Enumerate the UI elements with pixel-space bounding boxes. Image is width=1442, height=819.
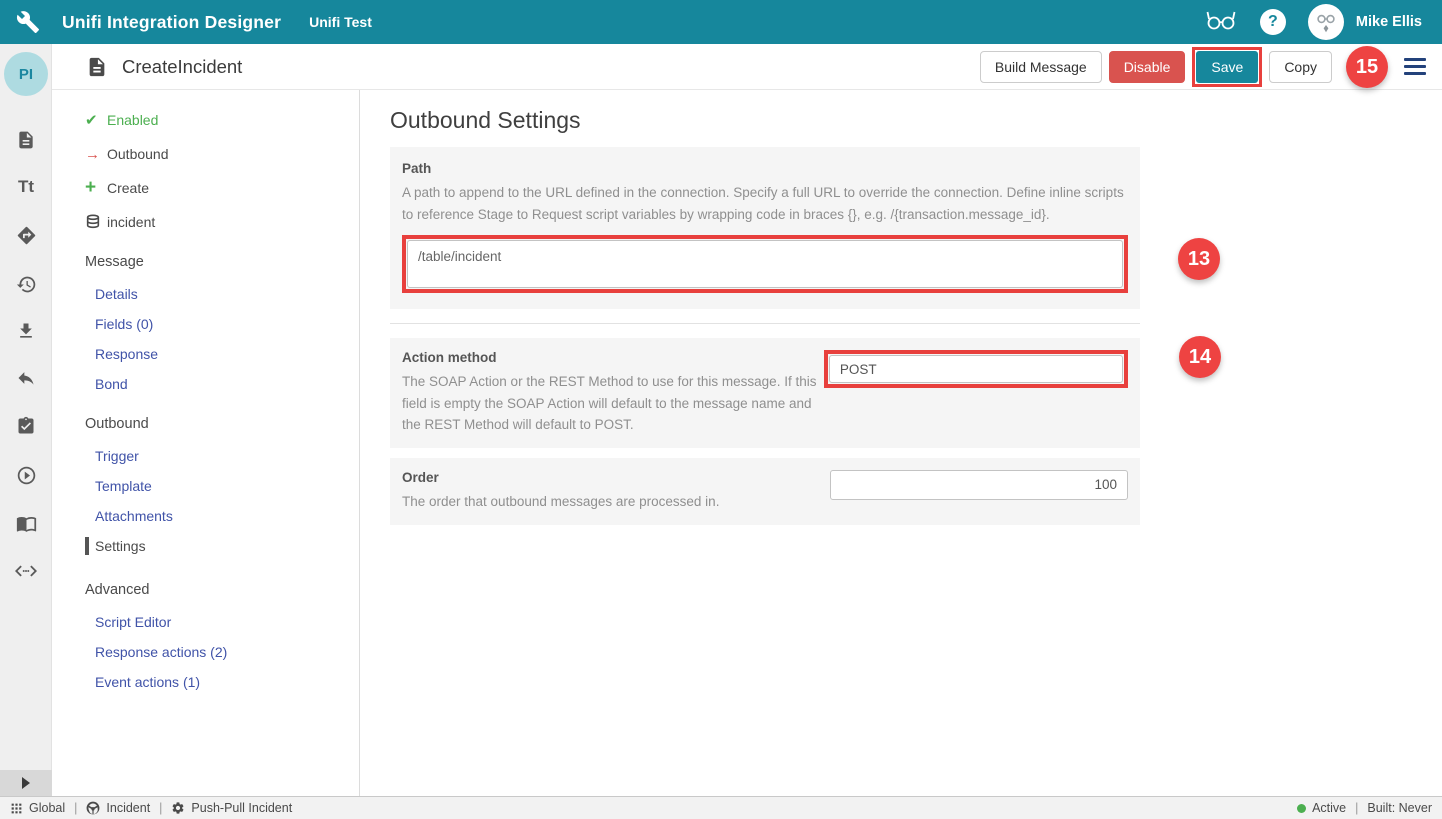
nav-scenario-label: Create (107, 180, 149, 196)
nav-enabled-label: Enabled (107, 112, 158, 128)
check-icon: ✔ (85, 111, 107, 129)
user-avatar[interactable] (1308, 4, 1344, 40)
path-label: Path (402, 161, 1128, 176)
fields-typography-icon[interactable]: Tt (14, 175, 38, 199)
active-status-label: Active (1312, 801, 1346, 815)
path-annotation-box: /table/incident (402, 235, 1128, 293)
separator: | (74, 801, 77, 815)
scope-label[interactable]: Global (29, 801, 65, 815)
main-content: Outbound Settings Path A path to append … (360, 90, 1442, 796)
nav-link-response[interactable]: Response (52, 339, 359, 369)
nav-direction-label: Outbound (107, 146, 169, 162)
arrow-right-icon: → (85, 146, 107, 163)
plus-icon: + (85, 177, 107, 199)
topbar-actions: ? Mike Ellis (1204, 4, 1442, 40)
directions-icon[interactable] (14, 223, 38, 247)
reply-icon[interactable] (14, 366, 38, 390)
nav-link-trigger[interactable]: Trigger (52, 441, 359, 471)
integration-avatar[interactable]: PI (4, 52, 48, 96)
expand-rail-button[interactable] (0, 770, 52, 796)
separator: | (159, 801, 162, 815)
nav-direction[interactable]: → Outbound (52, 137, 359, 171)
grid-icon (10, 802, 23, 815)
path-description: A path to append to the URL defined in t… (402, 182, 1128, 225)
build-message-button[interactable]: Build Message (980, 51, 1102, 83)
save-annotation-box: Save (1192, 47, 1262, 87)
action-method-label: Action method (402, 350, 824, 365)
path-field-panel: Path A path to append to the URL defined… (390, 147, 1140, 309)
separator: | (1355, 801, 1358, 815)
nav-link-script-editor[interactable]: Script Editor (52, 607, 359, 637)
code-icon[interactable] (14, 559, 38, 583)
disable-button[interactable]: Disable (1109, 51, 1186, 83)
nav-table[interactable]: incident (52, 205, 359, 239)
icon-rail: PI Tt (0, 44, 52, 796)
expand-sidebar-icon (22, 777, 30, 789)
path-input[interactable]: /table/incident (407, 240, 1123, 288)
spectacles-icon[interactable] (1204, 7, 1238, 38)
process-label[interactable]: Push-Pull Incident (191, 801, 292, 815)
messages-icon[interactable] (14, 128, 38, 152)
action-method-input[interactable] (829, 355, 1123, 383)
tasks-clipboard-icon[interactable] (14, 414, 38, 438)
order-description: The order that outbound messages are pro… (402, 491, 830, 513)
nav-section-advanced: Advanced (52, 573, 359, 607)
nav-link-details[interactable]: Details (52, 279, 359, 309)
nav-link-fields[interactable]: Fields (0) (52, 309, 359, 339)
record-header: CreateIncident Build Message Disable Sav… (52, 44, 1442, 90)
annotation-step-13: 13 (1178, 238, 1220, 280)
save-button[interactable]: Save (1196, 51, 1258, 83)
annotation-step-14: 14 (1179, 336, 1221, 378)
nav-scenario[interactable]: + Create (52, 171, 359, 205)
user-name[interactable]: Mike Ellis (1356, 14, 1422, 30)
nav-enabled[interactable]: ✔ Enabled (52, 103, 359, 137)
gear-icon (171, 801, 185, 815)
nav-section-outbound: Outbound (52, 407, 359, 441)
built-label: Built: Never (1367, 801, 1432, 815)
action-method-description: The SOAP Action or the REST Method to us… (402, 371, 824, 436)
active-indicator (85, 537, 89, 555)
nav-link-attachments[interactable]: Attachments (52, 501, 359, 531)
help-icon[interactable]: ? (1260, 9, 1286, 35)
integration-icon (86, 801, 100, 815)
page-title: CreateIncident (122, 56, 242, 78)
environment-name[interactable]: Unifi Test (309, 14, 372, 30)
message-nav: ✔ Enabled → Outbound + Create incident M… (52, 90, 360, 796)
active-status-icon (1297, 804, 1306, 813)
status-bar: Global | Incident | Push-Pull Incident A… (0, 796, 1442, 819)
header-buttons: Build Message Disable Save Copy (980, 44, 1332, 90)
order-panel: Order The order that outbound messages a… (390, 458, 1140, 525)
nav-link-settings[interactable]: Settings (52, 531, 359, 561)
nav-section-message: Message (52, 245, 359, 279)
nav-link-settings-label: Settings (95, 538, 146, 554)
nav-table-label: incident (107, 214, 155, 230)
order-label: Order (402, 470, 830, 485)
section-heading: Outbound Settings (390, 107, 1442, 134)
order-input[interactable] (830, 470, 1128, 500)
app-window: Unifi Integration Designer Unifi Test ? (0, 0, 1442, 819)
action-method-panel: Action method The SOAP Action or the RES… (390, 338, 1140, 448)
app-title: Unifi Integration Designer (62, 12, 281, 33)
nav-link-bond[interactable]: Bond (52, 369, 359, 399)
panel-divider (390, 323, 1140, 324)
annotation-step-15: 15 (1346, 46, 1388, 88)
database-icon (85, 214, 107, 230)
status-right: Active | Built: Never (1297, 801, 1432, 815)
nav-link-response-actions[interactable]: Response actions (2) (52, 637, 359, 667)
topbar: Unifi Integration Designer Unifi Test ? (0, 0, 1442, 44)
document-icon (86, 56, 108, 78)
download-icon[interactable] (14, 319, 38, 343)
action-method-annotation-box (824, 350, 1128, 388)
nav-link-event-actions[interactable]: Event actions (1) (52, 667, 359, 697)
history-icon[interactable] (14, 272, 38, 296)
menu-icon[interactable] (1404, 58, 1426, 79)
wrench-icon (16, 10, 40, 34)
nav-link-template[interactable]: Template (52, 471, 359, 501)
run-play-icon[interactable] (14, 463, 38, 487)
documentation-book-icon[interactable] (14, 511, 38, 535)
copy-button[interactable]: Copy (1269, 51, 1332, 83)
integration-label[interactable]: Incident (106, 801, 150, 815)
